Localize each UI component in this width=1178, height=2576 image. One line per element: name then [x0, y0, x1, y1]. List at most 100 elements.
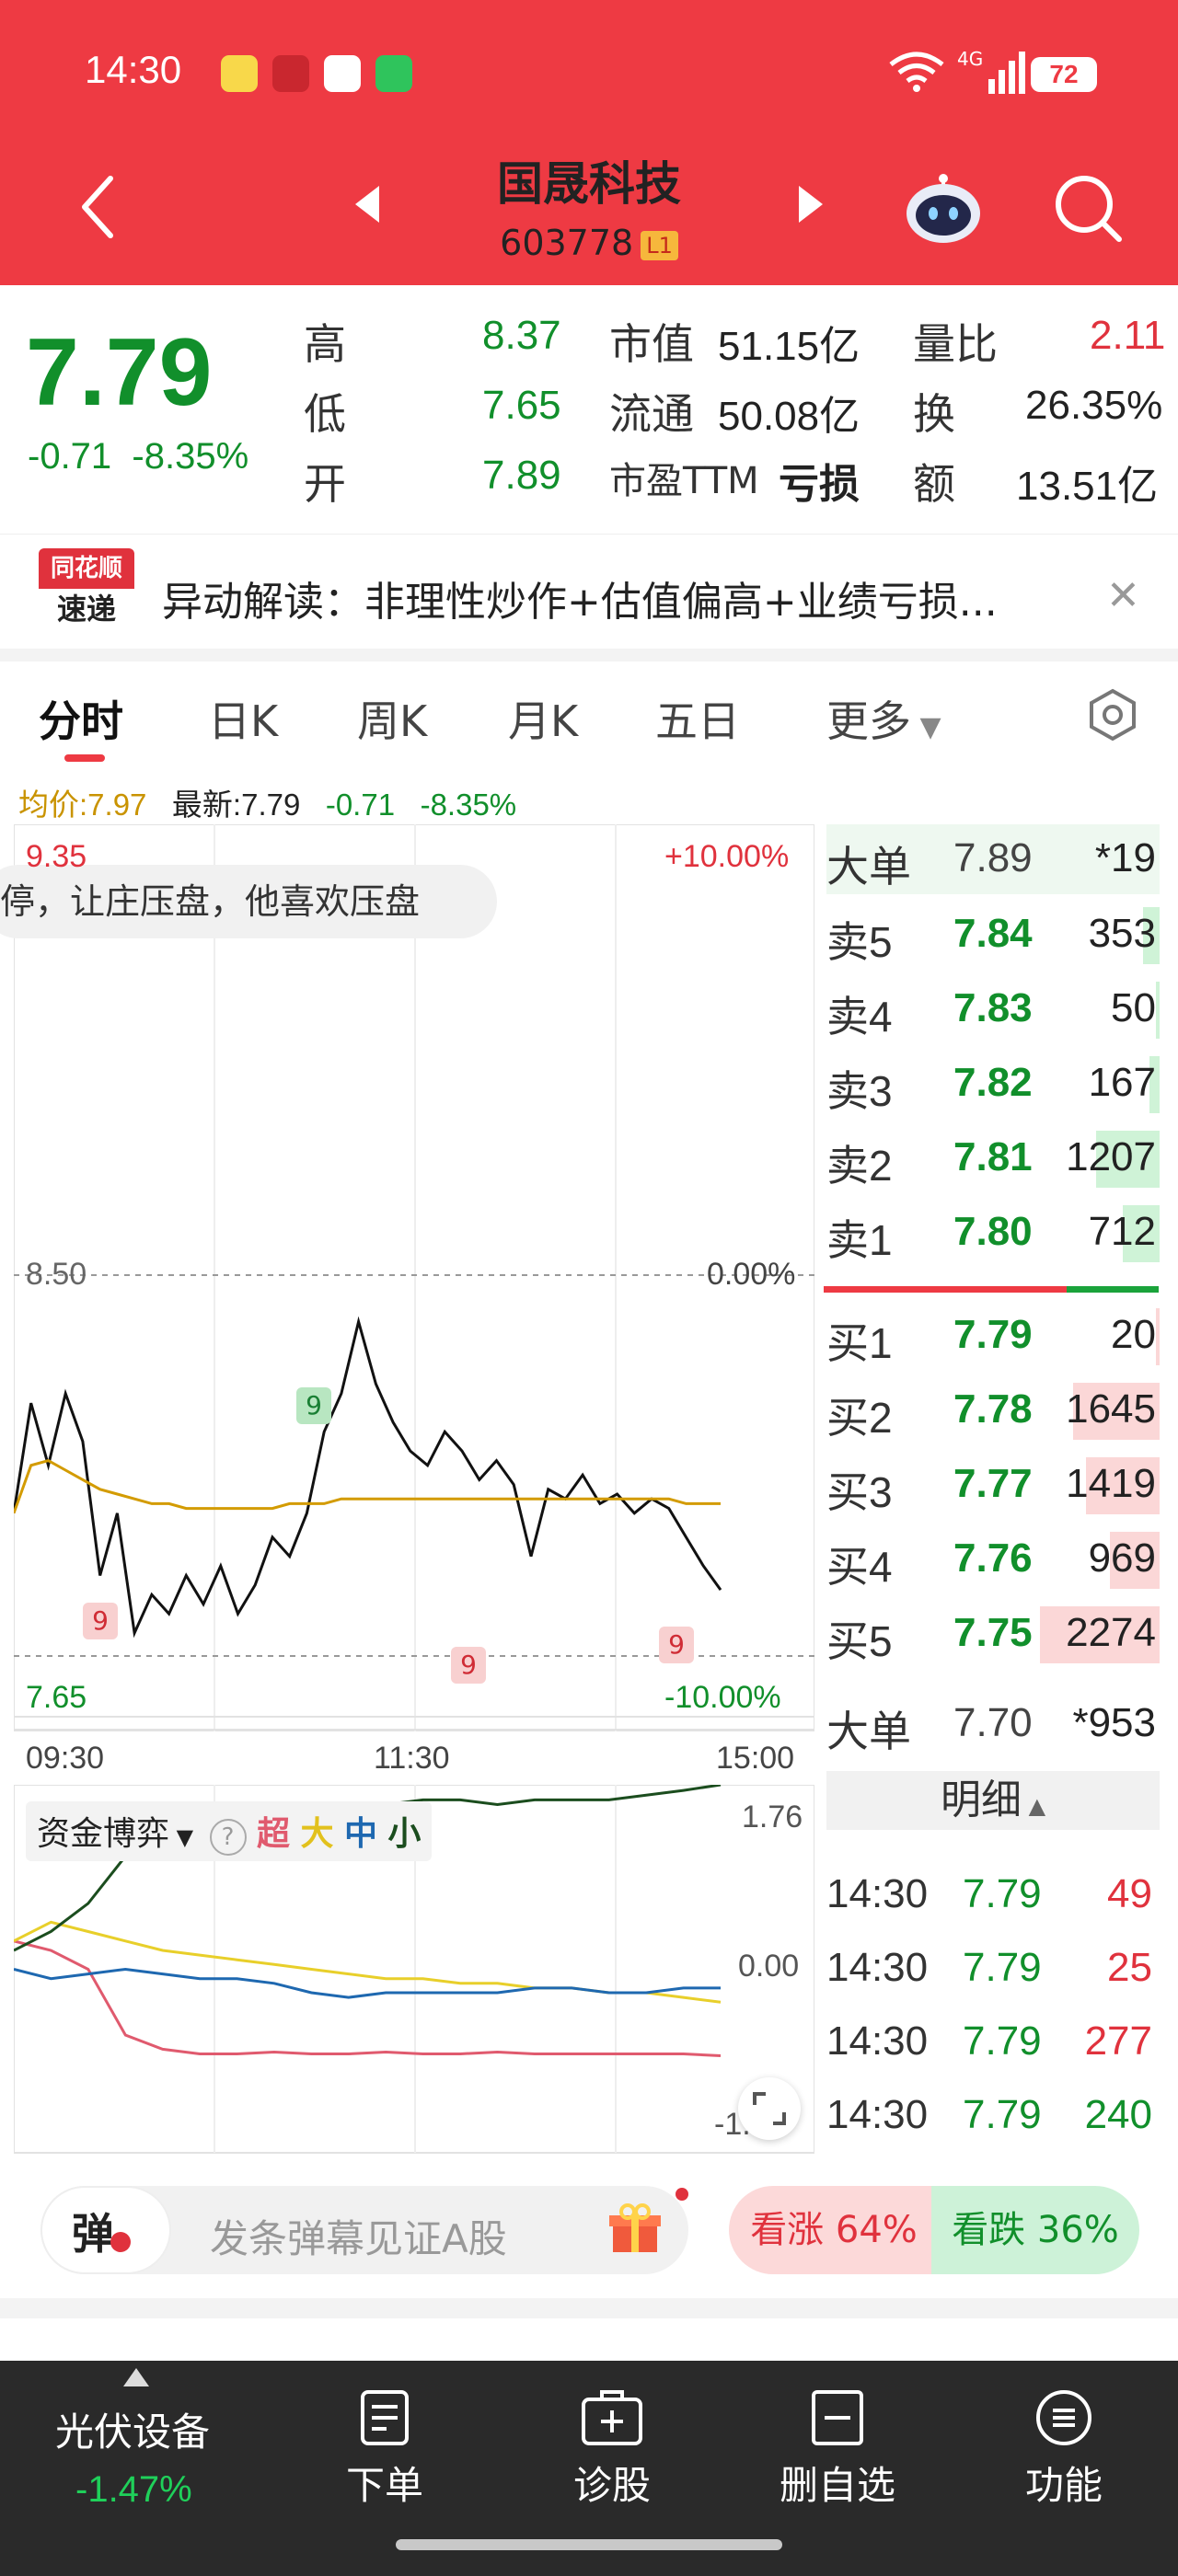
big-order-bottom[interactable]: 大单 7.70 *953: [826, 1689, 1160, 1759]
stock-name: 国晟科技: [497, 157, 681, 211]
tab-weekly-k[interactable]: 周K: [357, 688, 427, 749]
bid-price: 7.78: [953, 1386, 1033, 1432]
tab-more-label: 更多: [826, 696, 911, 746]
help-icon[interactable]: ?: [209, 1819, 247, 1856]
tab-daily-k[interactable]: 日K: [208, 688, 278, 749]
section-divider: [0, 2151, 1178, 2179]
stock-code: 603778: [500, 223, 634, 263]
bid-row[interactable]: 买5 7.75 2274: [826, 1599, 1160, 1669]
ask-volume: 50: [1111, 985, 1156, 1030]
ask-row[interactable]: 卖5 7.84 353: [826, 900, 1160, 970]
fund-game-legend[interactable]: 资金博弈 ▼ ? 超 大 中 小: [26, 1801, 433, 1861]
nav-diagnose[interactable]: 诊股: [520, 2455, 704, 2511]
ask-volume: 167: [1088, 1060, 1156, 1105]
bid-label: 买5: [826, 1617, 893, 1665]
mktcap-label: 市值: [609, 319, 694, 369]
close-icon[interactable]: ✕: [1106, 572, 1140, 619]
tab-more[interactable]: 更多 ▼: [826, 688, 941, 749]
back-icon[interactable]: [79, 175, 116, 239]
chart-header: 均价:7.97 最新:7.79 -0.71 -8.35%: [18, 780, 516, 824]
home-indicator[interactable]: [396, 2539, 782, 2550]
vote-bullish-button[interactable]: 看涨 64%: [729, 2186, 939, 2274]
notification-dot: [676, 2188, 688, 2201]
price-bottom-label: 7.65: [26, 1680, 87, 1715]
sector-name[interactable]: 光伏设备: [55, 2401, 210, 2457]
open-value: 7.89: [482, 453, 561, 498]
pe-label: 市盈TTM: [609, 460, 759, 502]
expand-icon[interactable]: [738, 2077, 801, 2140]
caret-down-icon: ▼: [911, 711, 941, 743]
legend-super: 超: [257, 1815, 291, 1853]
detail-row: 14:30 7.79 25: [826, 1934, 1160, 2007]
remove-watchlist-icon[interactable]: [808, 2388, 867, 2447]
bid-row[interactable]: 买2 7.78 1645: [826, 1375, 1160, 1445]
tab-intraday[interactable]: 分时: [39, 688, 123, 749]
detail-price: 7.79: [963, 2018, 1042, 2064]
chart-settings-icon[interactable]: [1086, 688, 1139, 742]
search-icon[interactable]: [1051, 171, 1125, 245]
ask-row[interactable]: 卖4 7.83 50: [826, 974, 1160, 1044]
barrage-check-icon: [110, 2232, 131, 2252]
chart-change: -0.71: [325, 788, 396, 822]
prev-stock-icon[interactable]: [355, 186, 379, 223]
expand-up-icon[interactable]: [123, 2368, 149, 2386]
menu-icon[interactable]: [1034, 2388, 1093, 2447]
bid-price: 7.75: [953, 1610, 1033, 1655]
bid-price: 7.79: [953, 1312, 1033, 1357]
legend-mid: 中: [343, 1815, 377, 1853]
bid-label: 买3: [826, 1468, 893, 1516]
detail-volume: 277: [1084, 2018, 1152, 2064]
bid-volume: 969: [1088, 1535, 1156, 1581]
nav-remove-watchlist[interactable]: 删自选: [745, 2455, 930, 2511]
ask-row[interactable]: 卖3 7.82 167: [826, 1049, 1160, 1119]
bid-row[interactable]: 买3 7.77 1419: [826, 1450, 1160, 1520]
barrage-placeholder[interactable]: 发条弹幕见证A股: [210, 2208, 507, 2264]
next-stock-icon[interactable]: [799, 186, 823, 223]
orderbook-split-green: [1067, 1286, 1159, 1293]
ask-volume: 1207: [1066, 1134, 1156, 1179]
ask-volume-bar: [1156, 982, 1160, 1039]
big-order-price: 7.70: [953, 1700, 1033, 1745]
tab-five-day[interactable]: 五日: [655, 688, 740, 749]
bid-volume: 1645: [1066, 1386, 1156, 1432]
barrage-bubble: 停，让庄压盘，他喜欢压盘: [0, 865, 497, 938]
big-order-label: 大单: [826, 843, 911, 891]
time-mid-label: 11:30: [374, 1741, 450, 1776]
ask-row[interactable]: 卖2 7.81 1207: [826, 1123, 1160, 1193]
mobile-app-icon: [324, 55, 361, 92]
level-badge: L1: [641, 230, 678, 260]
nav-functions[interactable]: 功能: [972, 2455, 1156, 2511]
vote-bearish-button[interactable]: 看跌 36%: [931, 2186, 1139, 2274]
barrage-toggle-label: 弹: [72, 2209, 114, 2259]
sector-change: -1.47%: [75, 2469, 192, 2510]
alert-logo: 同花顺 速递: [39, 548, 134, 631]
bid-volume-bar: [1156, 1308, 1160, 1365]
gift-icon[interactable]: [607, 2201, 663, 2256]
turnover-value: 26.35%: [1025, 383, 1163, 428]
detail-header[interactable]: 明细 ▲: [826, 1771, 1160, 1830]
big-order-top[interactable]: 大单 7.89 *19: [826, 824, 1160, 894]
volratio-value: 2.11: [1090, 313, 1166, 358]
section-divider: [0, 649, 1178, 661]
pct-mid-label: 0.00%: [707, 1257, 796, 1292]
intraday-chart[interactable]: [14, 824, 814, 1731]
open-label: 开: [304, 459, 346, 509]
low-value: 7.65: [482, 383, 561, 428]
alert-text[interactable]: 异动解读：非理性炒作+估值偏高+业绩亏损...: [162, 569, 998, 627]
current-price: 7.79: [26, 319, 213, 426]
pe-value: 亏损: [779, 462, 860, 507]
ask-row[interactable]: 卖1 7.80 712: [826, 1198, 1160, 1268]
float-value: 50.08亿: [718, 394, 860, 439]
legend-small: 小: [387, 1815, 422, 1853]
diagnose-icon[interactable]: [580, 2388, 644, 2447]
bid-label: 买2: [826, 1394, 893, 1442]
bid-label: 买1: [826, 1319, 893, 1367]
tab-monthly-k[interactable]: 月K: [508, 688, 578, 749]
order-icon[interactable]: [355, 2388, 414, 2447]
change-value: -0.71: [28, 436, 112, 477]
nav-order[interactable]: 下单: [293, 2455, 477, 2511]
bid-row[interactable]: 买1 7.79 20: [826, 1301, 1160, 1371]
robot-assistant-icon[interactable]: [902, 171, 985, 245]
bid-row[interactable]: 买4 7.76 969: [826, 1524, 1160, 1594]
legend-big: 大: [300, 1815, 334, 1853]
